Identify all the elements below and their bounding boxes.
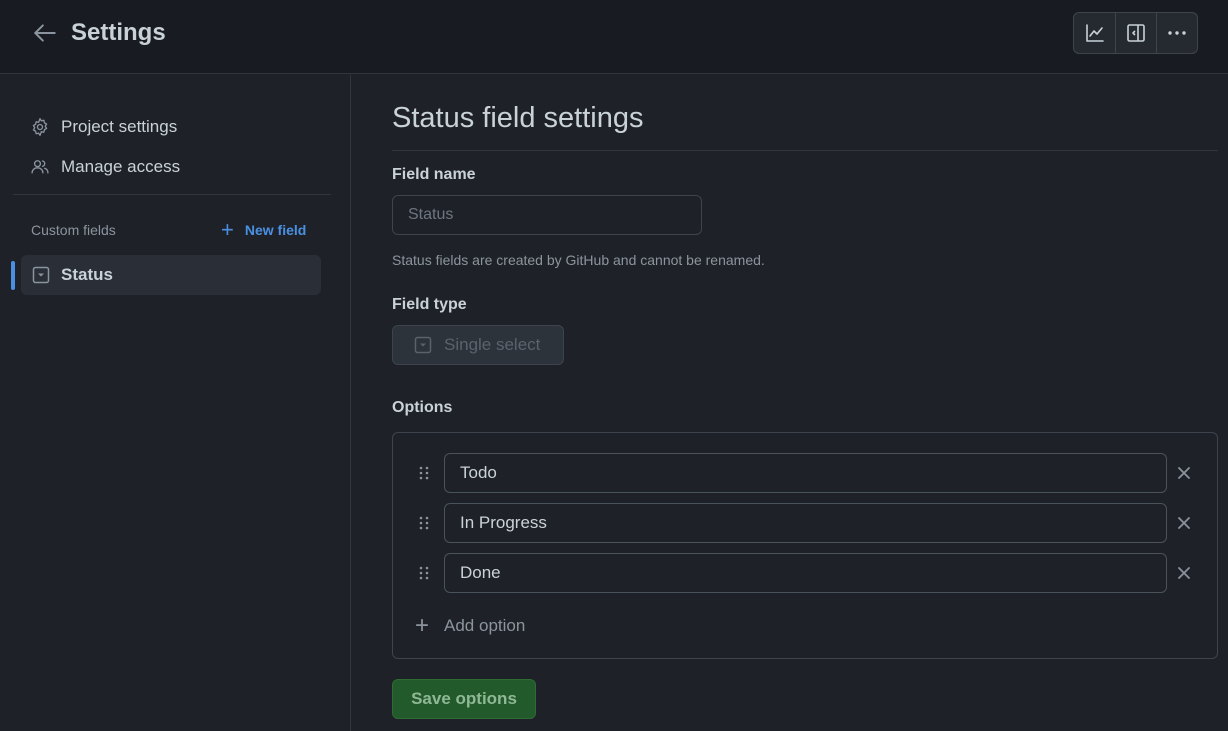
new-field-label: New field [244,222,307,238]
option-row [393,503,1219,543]
custom-fields-heading: Custom fields [31,222,116,238]
active-indicator [11,261,15,290]
add-option-button[interactable]: + Add option [415,613,525,639]
close-icon[interactable] [1175,464,1193,482]
graph-icon [1085,24,1104,42]
close-icon[interactable] [1175,514,1193,532]
field-name-label: Field name [392,166,476,183]
field-name-hint: Status fields are created by GitHub and … [392,252,765,268]
header-toolbar [1073,12,1198,54]
save-options-button[interactable]: Save options [392,679,536,719]
close-icon[interactable] [1175,564,1193,582]
side-panel-button[interactable] [1115,13,1156,53]
title-divider [392,150,1218,151]
sidebar-item-label: Project settings [61,117,178,136]
settings-sidebar: Project settings Manage access Custom fi… [0,75,351,731]
sidebar-item-label: Status [61,265,113,284]
grabber-icon[interactable] [417,515,431,531]
single-select-icon [414,336,432,354]
gear-icon [32,118,48,136]
people-icon [31,160,49,174]
option-row [393,553,1219,593]
plus-icon: + [415,612,430,639]
page-header: Settings [0,0,1228,74]
sidebar-item-manage-access[interactable]: Manage access [30,154,180,180]
option-input[interactable] [444,503,1167,543]
insights-button[interactable] [1074,13,1115,53]
grabber-icon[interactable] [417,565,431,581]
new-field-button[interactable]: + New field [221,219,306,241]
options-label: Options [392,399,453,416]
field-type-value: Single select [444,335,541,354]
sidebar-panel-icon [1127,24,1145,42]
sidebar-item-label: Manage access [61,157,181,176]
page-title: Status field settings [392,102,644,134]
sidebar-divider [13,194,331,195]
grabber-icon[interactable] [417,465,431,481]
single-select-icon [32,266,50,284]
field-type-button: Single select [392,325,564,365]
arrow-left-icon[interactable] [32,20,58,46]
plus-icon: + [221,217,234,242]
more-options-button[interactable] [1156,13,1197,53]
option-input[interactable] [444,453,1167,493]
options-list: + Add option [392,432,1218,659]
add-option-label: Add option [444,616,526,635]
option-input[interactable] [444,553,1167,593]
sidebar-item-status[interactable]: Status [21,255,321,295]
field-name-input[interactable] [392,195,702,235]
option-row [393,453,1219,493]
kebab-horizontal-icon [1168,31,1186,35]
page-header-title: Settings [71,19,166,46]
sidebar-item-project-settings[interactable]: Project settings [30,114,177,140]
field-type-label: Field type [392,296,467,313]
